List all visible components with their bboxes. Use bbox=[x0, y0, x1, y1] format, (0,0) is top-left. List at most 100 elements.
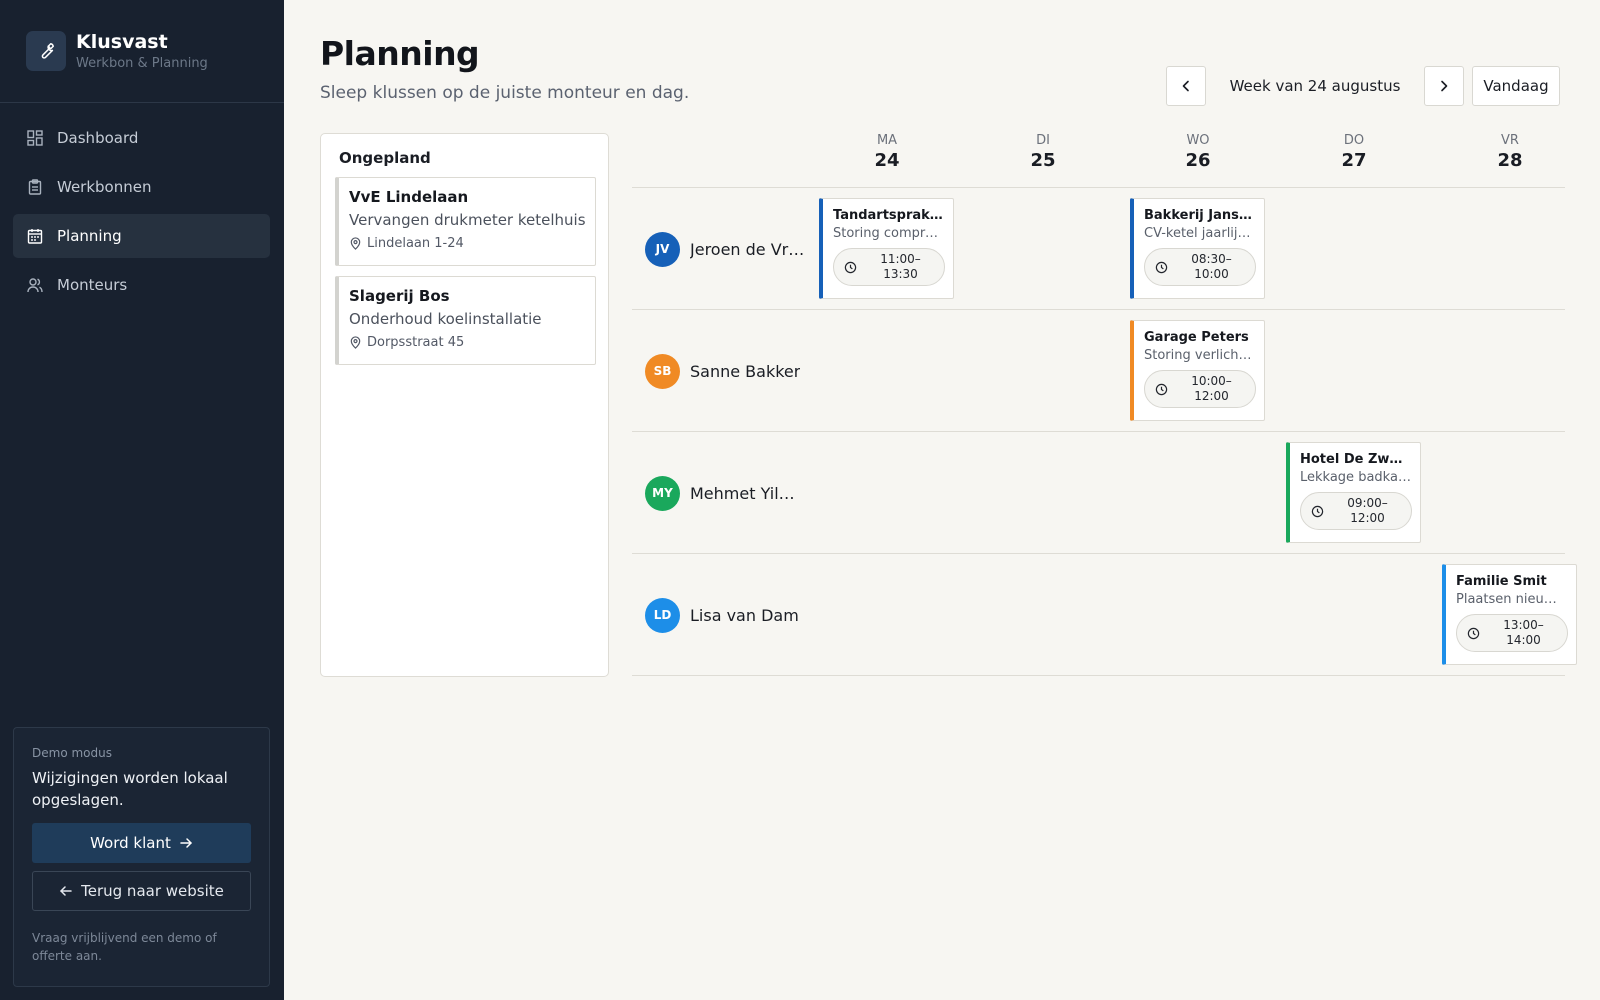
demo-panel: Demo modus Wijzigingen worden lokaal opg… bbox=[13, 727, 270, 987]
become-customer-label: Word klant bbox=[90, 834, 171, 852]
day-number: 27 bbox=[1341, 150, 1367, 171]
back-to-website-button[interactable]: Terug naar website bbox=[32, 871, 251, 911]
job-location: Dorpsstraat 45 bbox=[349, 335, 585, 350]
day-abbreviation: VR bbox=[1501, 133, 1519, 148]
sidebar-item-label: Planning bbox=[57, 227, 122, 245]
appointment-description: Storing verlichtin... bbox=[1144, 348, 1255, 363]
clock-icon bbox=[1155, 383, 1168, 396]
day-abbreviation: DI bbox=[1036, 133, 1050, 148]
appointment-time: 10:00– 12:00 bbox=[1144, 370, 1256, 408]
sidebar-item-planning[interactable]: Planning bbox=[13, 214, 270, 258]
technician-name: Lisa van Dam bbox=[690, 605, 799, 625]
become-customer-button[interactable]: Word klant bbox=[32, 823, 251, 863]
arrow-right-icon bbox=[179, 836, 193, 850]
technician: SB Sanne Bakker bbox=[645, 353, 800, 389]
appointment-name: Hotel De Zwaan bbox=[1300, 452, 1411, 467]
job-location-text: Dorpsstraat 45 bbox=[367, 335, 465, 350]
appointment-time-text: 13:00– 14:00 bbox=[1480, 618, 1567, 648]
demo-text: Wijzigingen worden lokaal opgeslagen. bbox=[32, 769, 228, 809]
chevron-left-icon bbox=[1179, 79, 1193, 93]
chevron-right-icon bbox=[1437, 79, 1451, 93]
sidebar-item-dashboard[interactable]: Dashboard bbox=[13, 116, 270, 160]
appointment-card[interactable]: Hotel De Zwaan Lekkage badkam... 09:00– 12:… bbox=[1286, 442, 1421, 543]
appointment-card[interactable]: Bakkerij Janssen CV-ketel jaarlijks... 08:… bbox=[1130, 198, 1265, 299]
brand[interactable]: Klusvast Werkbon & Planning bbox=[26, 31, 208, 71]
today-button[interactable]: Vandaag bbox=[1472, 66, 1560, 106]
day-header: DI 25 bbox=[1003, 133, 1083, 171]
map-pin-icon bbox=[349, 336, 367, 349]
wrench-icon bbox=[26, 31, 66, 71]
day-abbreviation: DO bbox=[1343, 133, 1365, 148]
appointment-end: 12:00 bbox=[1350, 511, 1385, 525]
day-number: 25 bbox=[1030, 150, 1056, 171]
appointment-start: 11:00– bbox=[880, 252, 921, 266]
day-number: 26 bbox=[1185, 150, 1211, 171]
job-description: Onderhoud koelinstallatie bbox=[349, 310, 542, 328]
clock-icon bbox=[1311, 505, 1324, 518]
technician: MY Mehmet Yilm... bbox=[645, 475, 805, 511]
unplanned-job-card[interactable]: Slagerij Bos Onderhoud koelinstallatie D… bbox=[335, 276, 596, 365]
clock-icon bbox=[1467, 627, 1480, 640]
unplanned-title: Ongepland bbox=[339, 149, 431, 167]
sidebar-item-monteurs[interactable]: Monteurs bbox=[13, 263, 270, 307]
row-divider bbox=[632, 187, 1565, 188]
page-subtitle: Sleep klussen op de juiste monteur en da… bbox=[320, 83, 690, 103]
previous-week-button[interactable] bbox=[1166, 66, 1206, 106]
map-pin-icon bbox=[349, 237, 367, 250]
appointment-time-text: 11:00– 13:30 bbox=[857, 252, 944, 282]
appointment-card[interactable]: Garage Peters Storing verlichtin... 10:00–… bbox=[1130, 320, 1265, 421]
appointment-start: 09:00– bbox=[1347, 496, 1388, 510]
appointment-time-text: 08:30– 10:00 bbox=[1168, 252, 1255, 282]
appointment-description: Plaatsen nieuwe... bbox=[1456, 592, 1567, 607]
appointment-start: 13:00– bbox=[1503, 618, 1544, 632]
appointment-end: 13:30 bbox=[883, 267, 918, 281]
day-number: 24 bbox=[874, 150, 900, 171]
next-week-button[interactable] bbox=[1424, 66, 1464, 106]
appointment-end: 12:00 bbox=[1194, 389, 1229, 403]
appointment-time-text: 09:00– 12:00 bbox=[1324, 496, 1411, 526]
appointment-name: Familie Smit bbox=[1456, 574, 1547, 589]
day-header: WO 26 bbox=[1158, 133, 1238, 171]
appointment-name: Bakkerij Janssen bbox=[1144, 208, 1255, 223]
appointment-end: 10:00 bbox=[1194, 267, 1229, 281]
back-to-website-label: Terug naar website bbox=[81, 882, 224, 900]
appointment-time: 13:00– 14:00 bbox=[1456, 614, 1568, 652]
job-location-text: Lindelaan 1-24 bbox=[367, 236, 464, 251]
technician: LD Lisa van Dam bbox=[645, 597, 799, 633]
technician: JV Jeroen de Vri... bbox=[645, 231, 805, 267]
appointment-time-text: 10:00– 12:00 bbox=[1168, 374, 1255, 404]
sidebar-item-werkbonnen[interactable]: Werkbonnen bbox=[13, 165, 270, 209]
day-header: MA 24 bbox=[847, 133, 927, 171]
job-name: VvE Lindelaan bbox=[349, 188, 469, 206]
day-abbreviation: MA bbox=[876, 133, 898, 148]
avatar: SB bbox=[645, 353, 680, 389]
day-abbreviation: WO bbox=[1186, 133, 1210, 148]
unplanned-job-card[interactable]: VvE Lindelaan Vervangen drukmeter ketelh… bbox=[335, 177, 596, 266]
appointment-description: CV-ketel jaarlijks... bbox=[1144, 226, 1255, 241]
row-divider bbox=[632, 309, 1565, 310]
sidebar-item-label: Dashboard bbox=[57, 129, 139, 147]
appointment-description: Storing compres... bbox=[833, 226, 944, 241]
job-location: Lindelaan 1-24 bbox=[349, 236, 585, 251]
appointment-description: Lekkage badkam... bbox=[1300, 470, 1411, 485]
appointment-name: Garage Peters bbox=[1144, 330, 1249, 345]
week-navigation: Week van 24 augustus Vandaag bbox=[1166, 66, 1560, 106]
technician-name: Jeroen de Vri... bbox=[690, 239, 805, 259]
calendar-icon bbox=[27, 228, 43, 244]
clock-icon bbox=[844, 261, 857, 274]
day-number: 28 bbox=[1497, 150, 1523, 171]
avatar: MY bbox=[645, 475, 680, 511]
appointment-card[interactable]: Familie Smit Plaatsen nieuwe... 13:00– 14:0… bbox=[1442, 564, 1577, 665]
sidebar-item-label: Monteurs bbox=[57, 276, 128, 294]
appointment-time: 08:30– 10:00 bbox=[1144, 248, 1256, 286]
avatar: LD bbox=[645, 597, 680, 633]
technician-name: Sanne Bakker bbox=[690, 361, 801, 381]
sidebar-item-label: Werkbonnen bbox=[57, 178, 152, 196]
appointment-card[interactable]: Tandartspraktij... Storing compres... 11:0… bbox=[819, 198, 954, 299]
job-description: Vervangen drukmeter ketelhuis bbox=[349, 211, 585, 229]
appointment-time: 11:00– 13:30 bbox=[833, 248, 945, 286]
demo-footer-text: Vraag vrijblijvend een demo of offerte a… bbox=[32, 931, 217, 963]
appointment-name: Tandartspraktij... bbox=[833, 208, 944, 223]
appointment-start: 08:30– bbox=[1191, 252, 1232, 266]
technician-name: Mehmet Yilm... bbox=[690, 483, 805, 503]
